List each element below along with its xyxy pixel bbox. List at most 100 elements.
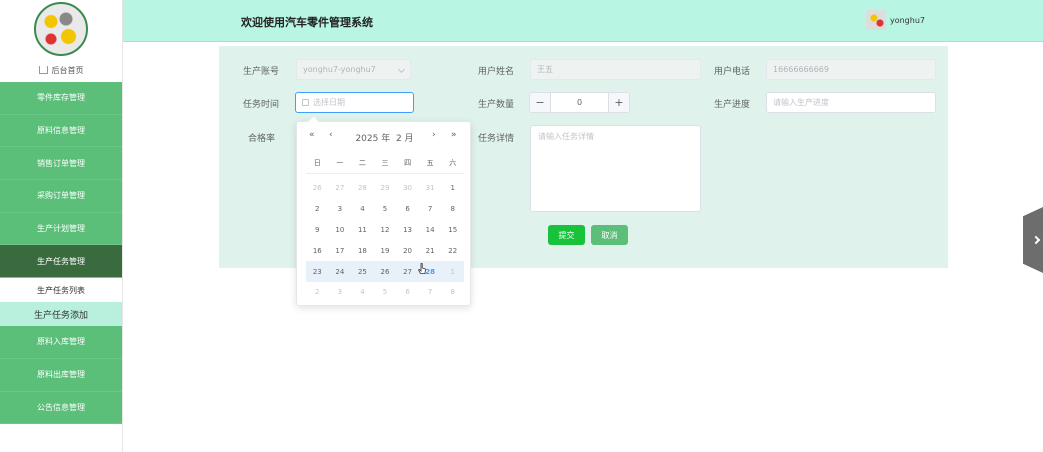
calendar-day[interactable]: 15 xyxy=(441,220,464,241)
sidebar-subitem-task-add[interactable]: 生产任务添加 xyxy=(0,302,122,327)
sidebar-item-parts-inventory[interactable]: 零件库存管理 xyxy=(0,82,122,115)
details-textarea[interactable]: 请输入任务详情 xyxy=(530,125,701,212)
chevron-right-icon xyxy=(1031,235,1041,245)
calendar-day[interactable]: 30 xyxy=(396,178,419,199)
calendar-day[interactable]: 8 xyxy=(441,199,464,220)
calendar-month[interactable]: 2 月 xyxy=(396,134,414,144)
decrement-button[interactable]: − xyxy=(530,93,551,112)
calendar-day[interactable]: 9 xyxy=(306,220,329,241)
calendar-day[interactable]: 1 xyxy=(441,178,464,199)
quantity-value[interactable]: 0 xyxy=(551,93,608,112)
calendar-day[interactable]: 26 xyxy=(306,178,329,199)
calendar-day[interactable]: 27 xyxy=(329,178,352,199)
sidebar-subitem-task-list[interactable]: 生产任务列表 xyxy=(0,278,122,303)
sidebar-item-announcements[interactable]: 公告信息管理 xyxy=(0,391,122,425)
calendar-day[interactable]: 7 xyxy=(419,282,442,303)
weekday-row: 日一二三四五六 xyxy=(306,158,464,174)
sidebar: 后台首页 零件库存管理 原料信息管理 销售订单管理 采购订单管理 生产计划管理 … xyxy=(0,0,123,452)
progress-label: 生产进度 xyxy=(713,100,750,110)
days-grid: 26 27 28 29 30 31 1 2 3 4 5 6 7 8 9 10 11 12 13 14 15 16 17 18 1… xyxy=(306,178,464,303)
sidebar-item-production-task[interactable]: 生产任务管理 xyxy=(0,245,122,279)
sidebar-item-sales-orders[interactable]: 销售订单管理 xyxy=(0,147,122,181)
hand-cursor-icon xyxy=(418,263,426,274)
quantity-stepper[interactable]: − 0 + xyxy=(529,92,630,113)
date-picker: « ‹ 2025 年 2 月 › » 日一二三四五六 26 27 28 29 30 31 1… xyxy=(296,121,471,306)
sidebar-item-production-plan[interactable]: 生产计划管理 xyxy=(0,212,122,246)
calendar-day[interactable]: 14 xyxy=(419,220,442,241)
sidebar-item-material-inbound[interactable]: 原料入库管理 xyxy=(0,326,122,359)
calendar-day[interactable]: 4 xyxy=(351,199,374,220)
calendar-day[interactable]: 12 xyxy=(374,220,397,241)
calendar-day[interactable]: 2 xyxy=(306,199,329,220)
calendar-day[interactable]: 5 xyxy=(374,199,397,220)
calendar-day[interactable]: 5 xyxy=(374,282,397,303)
calendar-day[interactable]: 3 xyxy=(329,199,352,220)
progress-placeholder: 请输入生产进度 xyxy=(773,98,829,107)
next-month-button[interactable]: › xyxy=(432,130,436,140)
task-time-input[interactable]: 选择日期 xyxy=(295,92,414,113)
account-select[interactable]: yonghu7-yonghu7 xyxy=(296,59,411,80)
page-title: 欢迎使用汽车零件管理系统 xyxy=(241,16,373,29)
name-field[interactable]: 王五 xyxy=(530,59,701,80)
name-label: 用户姓名 xyxy=(477,67,514,77)
calendar-day[interactable]: 24 xyxy=(328,261,352,282)
weekday-header: 一 xyxy=(336,159,344,167)
calendar-day[interactable]: 6 xyxy=(396,199,419,220)
calendar-day[interactable]: 1 xyxy=(441,261,464,282)
calendar-day[interactable]: 27 xyxy=(396,261,419,282)
phone-label: 用户电话 xyxy=(713,67,750,77)
progress-input[interactable]: 请输入生产进度 xyxy=(766,92,936,113)
calendar-day[interactable]: 31 xyxy=(419,178,442,199)
weekday-header: 四 xyxy=(404,159,412,167)
user-menu[interactable]: yonghu7 xyxy=(865,10,925,30)
calendar-day[interactable]: 4 xyxy=(351,282,374,303)
calendar-day[interactable]: 17 xyxy=(329,240,352,261)
calendar-year[interactable]: 2025 年 xyxy=(355,134,390,144)
calendar-day[interactable]: 3 xyxy=(329,282,352,303)
details-placeholder: 请输入任务详情 xyxy=(538,132,594,141)
calendar-header: 2025 年 2 月 xyxy=(297,131,472,144)
calendar-day[interactable]: 22 xyxy=(441,240,464,261)
sidebar-home-label: 后台首页 xyxy=(51,65,84,75)
calendar-day[interactable]: 21 xyxy=(419,240,442,261)
top-header: 欢迎使用汽车零件管理系统 yonghu7 xyxy=(123,0,1043,42)
weekday-header: 二 xyxy=(358,159,366,167)
calendar-day[interactable]: 6 xyxy=(396,282,419,303)
calendar-day[interactable]: 19 xyxy=(374,240,397,261)
calendar-day[interactable]: 18 xyxy=(351,240,374,261)
calendar-day[interactable]: 8 xyxy=(441,282,464,303)
calendar-day[interactable]: 2 xyxy=(306,282,329,303)
home-icon xyxy=(38,66,48,74)
next-year-button[interactable]: » xyxy=(451,130,457,140)
calendar-day[interactable]: 11 xyxy=(351,220,374,241)
username: yonghu7 xyxy=(889,15,925,25)
sidebar-item-material-info[interactable]: 原料信息管理 xyxy=(0,114,122,148)
calendar-day[interactable]: 16 xyxy=(306,240,329,261)
submit-button[interactable]: 提交 xyxy=(548,225,585,245)
task-time-placeholder: 选择日期 xyxy=(313,98,345,107)
phone-field[interactable]: 16666666669 xyxy=(766,59,936,80)
logo xyxy=(34,2,88,56)
sidebar-item-purchase-orders[interactable]: 采购订单管理 xyxy=(0,180,122,213)
calendar-day[interactable]: 7 xyxy=(419,199,442,220)
chevron-down-icon xyxy=(397,65,406,74)
weekday-header: 日 xyxy=(313,159,321,167)
calendar-day[interactable]: 29 xyxy=(374,178,397,199)
account-label: 生产账号 xyxy=(242,67,279,77)
task-time-label: 任务时间 xyxy=(242,100,279,110)
calendar-day[interactable]: 13 xyxy=(396,220,419,241)
calendar-day[interactable]: 20 xyxy=(396,240,419,261)
calendar-day[interactable]: 23 xyxy=(306,261,329,282)
weekday-header: 六 xyxy=(449,159,457,167)
calendar-day[interactable]: 25 xyxy=(351,261,374,282)
calendar-day[interactable]: 26 xyxy=(373,261,397,282)
calendar-day[interactable]: 28 xyxy=(351,178,374,199)
sidebar-home[interactable]: 后台首页 xyxy=(0,58,122,82)
calendar-icon xyxy=(302,99,309,106)
phone-value: 16666666669 xyxy=(773,65,829,74)
calendar-day[interactable]: 10 xyxy=(329,220,352,241)
cancel-button[interactable]: 取消 xyxy=(591,225,628,245)
sidebar-item-material-outbound[interactable]: 原料出库管理 xyxy=(0,358,122,392)
side-drawer-toggle[interactable] xyxy=(1023,207,1043,273)
increment-button[interactable]: + xyxy=(608,93,629,112)
